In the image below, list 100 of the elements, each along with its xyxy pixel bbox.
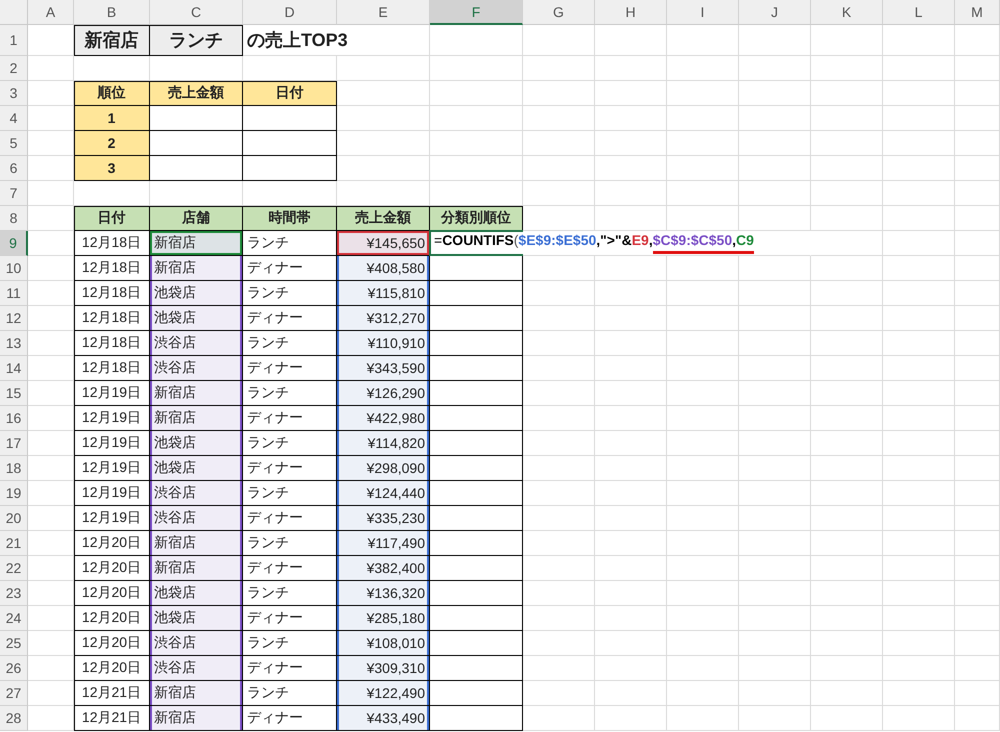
row-header[interactable]: 21 <box>0 531 28 556</box>
column-heading: 日付 <box>98 209 126 227</box>
column-heading: 分類別順位 <box>441 209 511 227</box>
amount-cell: ¥145,650 <box>366 235 425 251</box>
row-header[interactable]: 17 <box>0 431 28 456</box>
row-header[interactable]: 10 <box>0 256 28 281</box>
period-cell: ディナー <box>247 559 303 577</box>
amount-cell: ¥312,270 <box>366 310 425 326</box>
empty-cell[interactable] <box>243 156 337 181</box>
select-all-corner[interactable] <box>0 0 28 25</box>
column-heading: 順位 <box>98 84 126 102</box>
row-header[interactable]: 23 <box>0 581 28 606</box>
formula-text[interactable]: =COUNTIFS($E$9:$E$50,">"&E9,$C$9:$C$50,C9 <box>434 232 754 254</box>
column-header[interactable]: A <box>28 0 74 25</box>
column-header[interactable]: G <box>523 0 595 25</box>
row-header[interactable]: 22 <box>0 556 28 581</box>
column-header[interactable]: J <box>739 0 811 25</box>
period-cell: ランチ <box>247 334 289 352</box>
amount-cell: ¥110,910 <box>368 335 425 351</box>
column-header[interactable]: L <box>883 0 955 25</box>
amount-cell: ¥335,230 <box>366 510 425 526</box>
period-cell: ディナー <box>247 659 303 677</box>
row-header[interactable]: 6 <box>0 156 28 181</box>
period-cell: ランチ <box>247 384 289 402</box>
row-header[interactable]: 11 <box>0 281 28 306</box>
row-header[interactable]: 15 <box>0 381 28 406</box>
row-header[interactable]: 3 <box>0 81 28 106</box>
date-cell: 12月18日 <box>82 234 142 252</box>
store-cell: 池袋店 <box>154 284 196 302</box>
store-cell: 新宿店 <box>154 409 196 427</box>
period-cell: ランチ <box>247 284 289 302</box>
date-cell: 12月20日 <box>82 559 142 577</box>
store-cell: 新宿店 <box>154 384 196 402</box>
row-header[interactable]: 18 <box>0 456 28 481</box>
date-cell: 12月19日 <box>82 509 142 527</box>
amount-cell: ¥408,580 <box>366 260 425 276</box>
empty-cell[interactable] <box>243 106 337 131</box>
row-header[interactable]: 8 <box>0 206 28 231</box>
column-header[interactable]: D <box>243 0 337 25</box>
period-cell: ディナー <box>247 509 303 527</box>
column-header[interactable]: K <box>811 0 883 25</box>
store-cell: 渋谷店 <box>154 509 196 527</box>
period-cell: ディナー <box>247 709 303 727</box>
row-header[interactable]: 7 <box>0 181 28 206</box>
column-heading: 売上金額 <box>355 209 411 227</box>
row-header[interactable]: 19 <box>0 481 28 506</box>
column-header[interactable]: C <box>150 0 243 25</box>
amount-cell: ¥115,810 <box>368 285 425 301</box>
column-header[interactable]: E <box>337 0 430 25</box>
empty-cell[interactable] <box>243 131 337 156</box>
row-header[interactable]: 1 <box>0 25 28 56</box>
date-cell: 12月20日 <box>82 609 142 627</box>
period-name: ランチ <box>169 29 223 52</box>
period-cell: ディナー <box>247 609 303 627</box>
store-cell: 渋谷店 <box>154 484 196 502</box>
store-cell: 新宿店 <box>154 684 196 702</box>
date-cell: 12月18日 <box>82 259 142 277</box>
row-header[interactable]: 2 <box>0 56 28 81</box>
row-header[interactable]: 24 <box>0 606 28 631</box>
date-cell: 12月18日 <box>82 309 142 327</box>
row-header[interactable]: 26 <box>0 656 28 681</box>
row-header[interactable]: 5 <box>0 131 28 156</box>
period-cell: ランチ <box>247 434 289 452</box>
period-cell: ディナー <box>247 459 303 477</box>
date-cell: 12月20日 <box>82 659 142 677</box>
amount-cell: ¥343,590 <box>366 360 425 376</box>
rank-number: 3 <box>108 160 116 176</box>
column-header[interactable]: H <box>595 0 667 25</box>
store-cell: 池袋店 <box>154 434 196 452</box>
row-header[interactable]: 14 <box>0 356 28 381</box>
column-header[interactable]: B <box>74 0 150 25</box>
row-header[interactable]: 9 <box>0 231 28 256</box>
column-header[interactable]: F <box>430 0 523 25</box>
store-cell: 池袋店 <box>154 584 196 602</box>
row-header[interactable]: 12 <box>0 306 28 331</box>
column-heading: 売上金額 <box>168 84 224 102</box>
column-header[interactable]: M <box>955 0 1000 25</box>
period-cell: ランチ <box>247 234 289 252</box>
amount-cell: ¥117,490 <box>368 535 425 551</box>
amount-cell: ¥298,090 <box>366 460 425 476</box>
period-cell: ランチ <box>247 534 289 552</box>
rank-number: 2 <box>108 135 116 151</box>
row-header[interactable]: 28 <box>0 706 28 731</box>
store-cell: 渋谷店 <box>154 659 196 677</box>
column-heading: 日付 <box>276 84 304 102</box>
amount-cell: ¥108,010 <box>366 635 425 651</box>
store-cell: 渋谷店 <box>154 634 196 652</box>
row-header[interactable]: 20 <box>0 506 28 531</box>
row-header[interactable]: 25 <box>0 631 28 656</box>
date-cell: 12月21日 <box>82 709 142 727</box>
row-header[interactable]: 4 <box>0 106 28 131</box>
row-header[interactable]: 16 <box>0 406 28 431</box>
column-header[interactable]: I <box>667 0 739 25</box>
row-header[interactable]: 13 <box>0 331 28 356</box>
period-cell: ディナー <box>247 309 303 327</box>
amount-cell: ¥309,310 <box>366 660 425 676</box>
row-header[interactable]: 27 <box>0 681 28 706</box>
period-cell: ランチ <box>247 584 289 602</box>
formula-cell[interactable]: =COUNTIFS($E$9:$E$50,">"&E9,$C$9:$C$50,C9 <box>430 231 811 256</box>
amount-cell: ¥136,320 <box>366 585 425 601</box>
